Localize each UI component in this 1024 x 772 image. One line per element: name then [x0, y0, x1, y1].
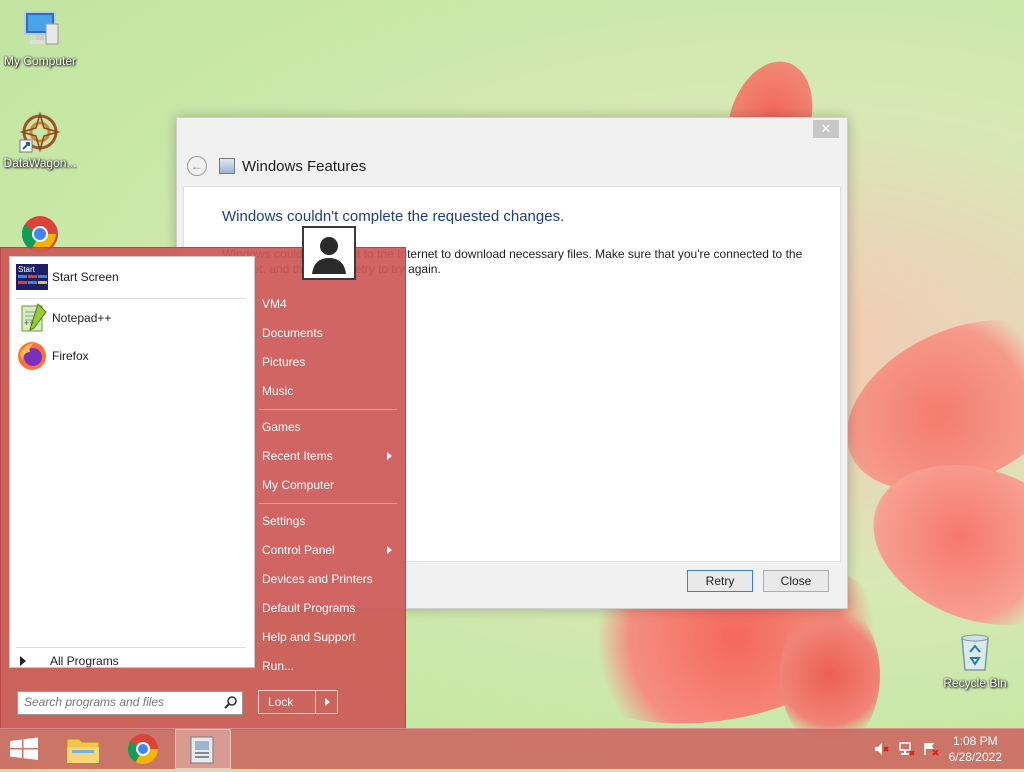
dialog-close-button[interactable]: ✕ — [813, 120, 839, 138]
notepadpp-icon: ++ — [16, 302, 48, 334]
recycle-bin-icon — [953, 630, 997, 674]
desktop-icon-label: Recycle Bin — [943, 676, 1007, 690]
datawagon-icon — [18, 110, 62, 154]
back-arrow-icon[interactable]: ← — [187, 156, 207, 176]
divider — [259, 409, 397, 410]
start-item-label: Control Panel — [262, 543, 335, 557]
divider — [315, 691, 316, 713]
start-item-games[interactable]: Games — [262, 416, 398, 438]
computer-icon — [18, 8, 62, 52]
start-item-vm4[interactable]: VM4 — [262, 293, 398, 315]
firefox-icon — [16, 340, 48, 372]
retry-button[interactable]: Retry — [687, 570, 753, 592]
pinned-notepadpp[interactable]: ++ Notepad++ — [16, 301, 246, 335]
taskbar-file-explorer[interactable] — [55, 729, 111, 769]
start-item-documents[interactable]: Documents — [262, 322, 398, 344]
clock-date: 6/28/2022 — [948, 750, 1002, 764]
lock-label: Lock — [268, 695, 294, 709]
search-icon[interactable] — [224, 695, 238, 709]
search-input[interactable] — [18, 692, 216, 712]
all-programs-button[interactable]: All Programs — [20, 654, 119, 668]
desktop-icon-recycle-bin[interactable]: Recycle Bin — [935, 630, 1015, 690]
start-item-recent-items[interactable]: Recent Items — [262, 445, 398, 467]
start-item-settings[interactable]: Settings — [262, 510, 398, 532]
lock-button[interactable]: Lock — [258, 690, 338, 714]
folder-icon — [66, 738, 100, 764]
taskbar-clock[interactable]: 1:08 PM 6/28/2022 — [949, 733, 1002, 765]
network-icon[interactable] — [899, 742, 915, 756]
start-item-my-computer[interactable]: My Computer — [262, 474, 398, 496]
windows-features-icon — [190, 736, 214, 764]
lock-options-arrow-icon[interactable] — [325, 698, 330, 706]
desktop-icon-my-computer[interactable]: My Computer — [0, 8, 80, 68]
submenu-arrow-icon — [387, 546, 392, 554]
pinned-label: Notepad++ — [52, 311, 112, 325]
start-item-default-programs[interactable]: Default Programs — [262, 597, 398, 619]
divider — [16, 647, 246, 648]
user-avatar[interactable] — [302, 226, 356, 280]
start-screen-icon: Start — [16, 261, 48, 293]
close-button[interactable]: Close — [763, 570, 829, 592]
start-item-music[interactable]: Music — [262, 380, 398, 402]
pinned-start-screen[interactable]: Start Start Screen — [16, 260, 246, 294]
start-search-box — [17, 691, 243, 715]
taskbar-chrome[interactable] — [115, 729, 171, 769]
pinned-label: Start Screen — [52, 270, 119, 284]
submenu-arrow-icon — [387, 452, 392, 460]
divider — [16, 298, 246, 299]
windows-logo-icon — [10, 737, 38, 760]
chevron-right-icon — [20, 656, 26, 666]
start-item-label: Recent Items — [262, 449, 333, 463]
start-item-run[interactable]: Run... — [262, 655, 398, 677]
start-menu-programs-pane: Start Start Screen ++ Notepad++ Firefox … — [9, 256, 255, 668]
desktop-icon-datawagon[interactable]: DataWagon... — [0, 110, 80, 170]
desktop-icon-label: DataWagon... — [3, 156, 77, 170]
svg-text:++: ++ — [24, 318, 35, 328]
dialog-heading: Windows couldn't complete the requested … — [222, 208, 565, 225]
taskbar-windows-features[interactable] — [175, 729, 231, 769]
start-item-pictures[interactable]: Pictures — [262, 351, 398, 373]
clock-time: 1:08 PM — [952, 734, 998, 748]
start-item-control-panel[interactable]: Control Panel — [262, 539, 398, 561]
user-silhouette-icon — [304, 228, 354, 278]
pinned-firefox[interactable]: Firefox — [16, 339, 246, 373]
all-programs-label: All Programs — [50, 654, 119, 668]
dialog-title: Windows Features — [242, 157, 367, 175]
taskbar: 1:08 PM 6/28/2022 — [0, 728, 1024, 769]
start-item-devices-printers[interactable]: Devices and Printers — [262, 568, 398, 590]
action-center-flag-icon[interactable] — [923, 742, 939, 756]
dialog-header: ← Windows Features — [187, 154, 366, 178]
start-item-help-support[interactable]: Help and Support — [262, 626, 398, 648]
start-button[interactable] — [0, 729, 48, 769]
chrome-icon — [127, 734, 158, 765]
windows-features-icon — [219, 158, 235, 174]
start-screen-icon-text: Start — [18, 265, 36, 274]
divider — [259, 503, 397, 504]
desktop-icon-label: My Computer — [3, 54, 77, 68]
volume-muted-icon[interactable] — [874, 742, 890, 756]
pinned-label: Firefox — [52, 349, 89, 363]
